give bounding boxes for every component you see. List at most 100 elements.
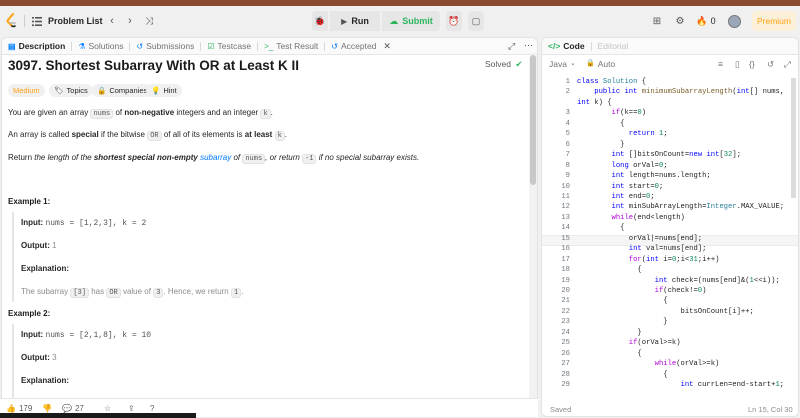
- streak-count: 0: [710, 16, 716, 26]
- code-line[interactable]: {: [577, 297, 667, 305]
- code-line[interactable]: int minSubArrayLength=Integer.MAX_VALUE;: [577, 203, 785, 211]
- comment-icon: 💬: [62, 404, 72, 413]
- code-line[interactable]: int currLen=end-start+1;: [577, 381, 785, 389]
- align-left-icon[interactable]: ≡: [718, 59, 723, 69]
- braces-icon[interactable]: {}: [749, 59, 755, 69]
- code-line[interactable]: int length=nums.length;: [577, 172, 711, 180]
- random-problem-button[interactable]: ⤨: [141, 11, 157, 31]
- timer-button[interactable]: ⏰: [446, 11, 462, 31]
- share-button[interactable]: ⇪: [128, 404, 135, 413]
- dislike-button[interactable]: 👎: [42, 404, 52, 413]
- help-icon: ?: [150, 404, 155, 413]
- line-number: 16: [561, 245, 570, 254]
- code-line[interactable]: while(orVal>=k): [577, 360, 720, 368]
- tab-accepted[interactable]: ↺ Accepted ✕: [325, 38, 397, 55]
- settings-button[interactable]: ⚙: [672, 11, 688, 31]
- auto-label: Auto: [597, 59, 616, 69]
- difficulty-label: Medium: [13, 86, 40, 95]
- tab-submissions[interactable]: ↺ Submissions: [130, 38, 200, 55]
- bookmark-icon[interactable]: ▯: [735, 59, 740, 70]
- notes-button[interactable]: ▢: [468, 11, 484, 31]
- subarray-link[interactable]: subarray: [200, 153, 231, 162]
- leetcode-logo-icon[interactable]: [6, 13, 18, 29]
- code-line[interactable]: {: [577, 371, 667, 379]
- code-line[interactable]: }: [577, 318, 667, 326]
- prev-problem-button[interactable]: ‹: [106, 11, 118, 31]
- tab-code[interactable]: </> Code: [542, 38, 591, 55]
- code-line[interactable]: class Solution {: [577, 78, 646, 86]
- line-number: 12: [561, 203, 570, 212]
- code-panel: </> Code Editorial Java ⌄ 🔒 Auto ≡ ▯ {} ↺ …: [541, 37, 799, 417]
- next-problem-button[interactable]: ›: [124, 11, 136, 31]
- debug-button[interactable]: 🐞: [312, 11, 328, 31]
- tab-editorial[interactable]: Editorial: [592, 38, 635, 55]
- comments-button[interactable]: 💬 27: [62, 404, 84, 413]
- code-line[interactable]: int []bitsOnCount=new int[32];: [577, 151, 742, 159]
- example-1-block: Input: nums = [1,2,3], k = 2 Output: 1 E…: [12, 212, 502, 302]
- run-button[interactable]: ▶ Run: [330, 11, 380, 31]
- tab-solutions-label: Solutions: [88, 41, 124, 51]
- solved-label: Solved: [485, 59, 511, 69]
- line-number: 17: [561, 255, 570, 264]
- code-line[interactable]: int end=0;: [577, 193, 655, 201]
- code-line[interactable]: if(orVal>=k): [577, 339, 681, 347]
- code-line[interactable]: while(end<length): [577, 214, 685, 222]
- tab-testcase[interactable]: ☑ Testcase: [201, 38, 257, 55]
- code-line[interactable]: {: [577, 266, 641, 274]
- line-number: 1: [565, 78, 570, 86]
- hint-chip[interactable]: 💡 Hint: [146, 84, 182, 97]
- code-line[interactable]: if(check!=0): [577, 287, 707, 295]
- code-line[interactable]: int start=0;: [577, 183, 664, 191]
- code-line[interactable]: for(int i=0;i<31;i++): [577, 256, 720, 264]
- code-editor[interactable]: 1 class Solution {2 public int minimumSub…: [542, 73, 798, 416]
- code-line[interactable]: return 1;: [577, 130, 668, 138]
- auto-mode[interactable]: 🔒 Auto: [586, 59, 615, 69]
- streak-button[interactable]: 🔥 0: [694, 11, 718, 31]
- favorite-button[interactable]: ☆: [104, 404, 111, 413]
- code-line[interactable]: if(k==0): [577, 109, 647, 117]
- tab-description[interactable]: ▤ Description: [2, 38, 71, 55]
- avatar-image: [727, 14, 741, 28]
- code-line[interactable]: bitsOnCount[i]++;: [577, 308, 754, 316]
- avatar[interactable]: [726, 11, 742, 31]
- example-2-explanation-label: Explanation:: [21, 376, 70, 385]
- left-tab-bar: ▤ Description ⚗ Solutions ↺ Submissions …: [2, 38, 537, 55]
- maximize-icon[interactable]: ⤢: [508, 41, 515, 52]
- like-button[interactable]: 👍 179: [6, 404, 32, 413]
- problem-list-button[interactable]: Problem List: [32, 11, 112, 31]
- example-1-heading: Example 1:: [8, 197, 51, 206]
- line-number: 24: [561, 328, 570, 337]
- submit-button[interactable]: ☁ Submit: [382, 11, 440, 31]
- tab-solutions[interactable]: ⚗ Solutions: [72, 38, 129, 55]
- topics-chip[interactable]: 🏷 Topics: [49, 84, 93, 97]
- language-select[interactable]: Java ⌄: [549, 59, 576, 69]
- description-paragraph-3: Return the length of the shortest specia…: [8, 153, 420, 164]
- code-line[interactable]: {: [577, 350, 641, 358]
- code-line[interactable]: int val=nums[end];: [577, 245, 707, 253]
- editor-scrollbar[interactable]: [791, 78, 796, 198]
- line-number: 29: [561, 381, 570, 390]
- close-icon[interactable]: ✕: [383, 41, 391, 52]
- layout-button[interactable]: ⊞: [649, 11, 665, 31]
- code-line[interactable]: }: [577, 329, 641, 337]
- editor-toolbar: Java ⌄ 🔒 Auto ≡ ▯ {} ↺ ⤢: [542, 56, 798, 73]
- description-scrollbar[interactable]: [530, 55, 536, 185]
- code-line[interactable]: public int minimumSubarrayLength(int[] n…: [577, 88, 784, 96]
- companies-chip[interactable]: 🔒 Companies: [92, 84, 153, 97]
- code-line[interactable]: orVal|=nums[end];: [577, 235, 702, 243]
- code-line[interactable]: int k) {: [577, 99, 612, 107]
- history-icon: ↺: [136, 41, 144, 51]
- code-line[interactable]: {: [577, 224, 624, 232]
- code-line[interactable]: }: [577, 141, 624, 149]
- code-line[interactable]: long orVal=0;: [577, 162, 668, 170]
- reset-icon[interactable]: ↺: [767, 59, 774, 70]
- code-line[interactable]: int check=(nums[end]&(1<<i));: [577, 277, 780, 285]
- run-label: Run: [351, 16, 369, 26]
- problem-title[interactable]: 3097. Shortest Subarray With OR at Least…: [8, 58, 299, 73]
- more-options-icon[interactable]: ⋯: [524, 40, 533, 51]
- feedback-button[interactable]: ?: [150, 404, 154, 413]
- tab-test-result[interactable]: >_ Test Result: [258, 38, 324, 55]
- code-line[interactable]: {: [577, 120, 624, 128]
- maximize-icon[interactable]: ⤢: [784, 59, 791, 70]
- premium-button[interactable]: Premium: [752, 11, 796, 31]
